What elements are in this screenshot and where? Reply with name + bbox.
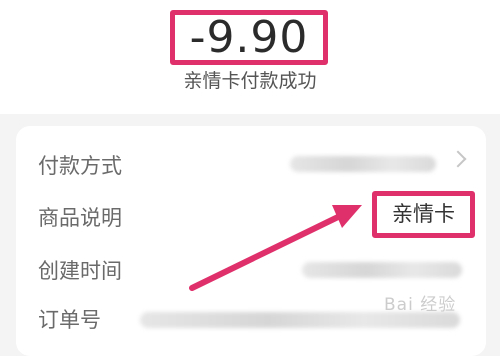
annotation-arrow-icon	[189, 205, 362, 291]
watermark-logo: Bai 经验	[384, 295, 457, 315]
